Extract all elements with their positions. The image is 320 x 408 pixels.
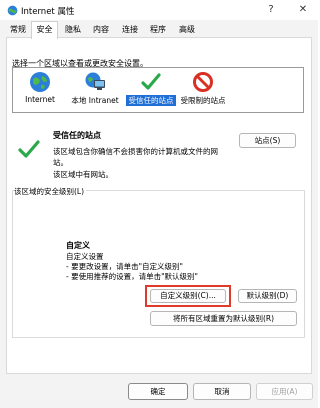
zone-trusted-sites[interactable]: 受信任的站点: [126, 68, 176, 112]
level-line: - 要更改设置，请单击"自定义级别": [66, 262, 183, 271]
cancel-button[interactable]: 取消: [193, 383, 251, 400]
level-line: 自定义设置: [66, 252, 104, 261]
globe-icon: [30, 72, 50, 92]
tab-general[interactable]: 常规: [6, 22, 30, 38]
tab-security[interactable]: 安全: [31, 21, 58, 39]
tab-strip: 常规 安全 隐私 内容 连接 程序 高级: [0, 21, 318, 39]
tab-privacy[interactable]: 隐私: [61, 22, 85, 38]
ok-button[interactable]: 确定: [128, 383, 188, 400]
zone-list: Internet 本地 Intranet 受信任的站点 受限制的站点: [12, 67, 304, 113]
security-level-name: 自定义: [66, 241, 90, 250]
sites-button[interactable]: 站点(S): [239, 133, 296, 148]
zone-label: 受信任的站点: [126, 95, 176, 106]
title-bar: Internet 属性 ? ✕: [0, 0, 318, 20]
apply-button[interactable]: 应用(A): [256, 383, 313, 400]
zone-label: 受限制的站点: [180, 96, 226, 105]
reset-all-zones-button[interactable]: 将所有区域重置为默认级别(R): [150, 311, 297, 326]
tab-connections[interactable]: 连接: [118, 22, 142, 38]
zone-restricted-sites[interactable]: 受限制的站点: [176, 68, 230, 112]
restricted-icon: [193, 72, 213, 92]
default-level-button[interactable]: 默认级别(D): [238, 289, 297, 303]
close-button[interactable]: ✕: [295, 2, 311, 18]
tab-programs[interactable]: 程序: [146, 22, 170, 38]
zone-local-intranet[interactable]: 本地 Intranet: [65, 68, 125, 112]
help-button[interactable]: ?: [263, 2, 279, 18]
tab-content[interactable]: 内容: [89, 22, 113, 38]
level-line: - 要使用推荐的设置，请单击"默认级别": [66, 272, 198, 281]
zone-label: 本地 Intranet: [71, 96, 119, 105]
trusted-sites-icon: [18, 140, 40, 158]
highlight-box: [145, 285, 231, 307]
security-level-description: 自定义设置 - 要更改设置，请单击"自定义级别" - 要使用推荐的设置，请单击"…: [66, 252, 198, 282]
intranet-icon: [85, 72, 105, 90]
zone-internet[interactable]: Internet: [15, 68, 65, 112]
security-level-label: 该区域的安全级别(L): [14, 186, 87, 197]
checkmark-icon: [141, 73, 161, 90]
internet-options-icon: [7, 5, 18, 16]
internet-properties-dialog: Internet 属性 ? ✕ 常规 安全 隐私 内容 连接 程序 高级 选择一…: [0, 0, 318, 408]
window-title: Internet 属性: [21, 7, 75, 17]
selected-zone-title: 受信任的站点: [53, 131, 101, 140]
selected-zone-note: 该区域中有网站。: [53, 170, 113, 179]
selected-zone-description: 该区域包含你确信不会损害你的计算机或文件的网站。: [53, 147, 218, 167]
zone-label: Internet: [25, 95, 55, 104]
tab-advanced[interactable]: 高级: [175, 22, 199, 38]
